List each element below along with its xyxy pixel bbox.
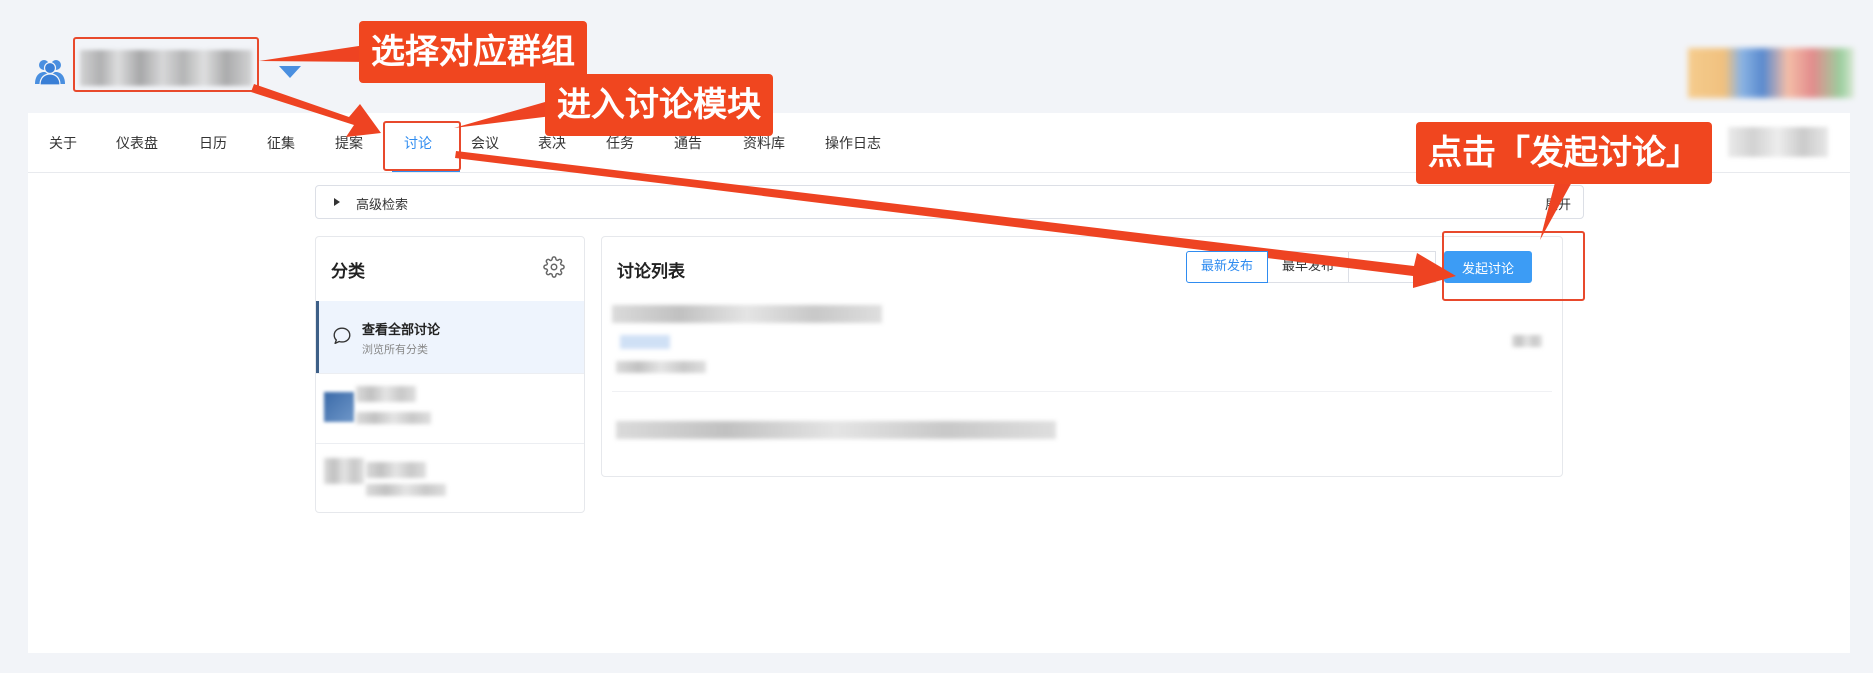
discussion-tag [620,335,670,349]
category-name [356,386,416,402]
tab-tasks[interactable]: 任务 [606,133,634,153]
category-desc [356,412,431,424]
category-panel: 分类 查看全部讨论 浏览所有分类 [315,236,585,513]
sort-newest-button[interactable]: 最新发布 [1186,251,1269,283]
category-item[interactable] [316,373,584,443]
discussion-meta [616,361,706,373]
nav-right-item[interactable] [1728,127,1828,157]
discussion-time [1512,335,1542,347]
annotation-box-start-btn [1442,231,1585,301]
tab-meeting[interactable]: 会议 [471,133,499,153]
tab-voting[interactable]: 表决 [538,133,566,153]
category-title: 分类 [331,262,365,282]
annotation-step3: 点击「发起讨论」 [1416,122,1712,184]
user-avatar[interactable] [1688,48,1854,98]
main-content: 关于 仪表盘 日历 征集 提案 讨论 会议 表决 任务 通告 资料库 操作日志 … [28,113,1850,653]
row-divider [612,391,1552,392]
tab-library[interactable]: 资料库 [743,133,785,153]
group-users-icon [34,58,66,86]
discussion-title [612,305,882,323]
tab-calendar[interactable]: 日历 [199,133,227,153]
category-name [366,462,426,478]
category-item-all[interactable]: 查看全部讨论 浏览所有分类 [316,301,584,373]
gear-icon[interactable] [543,256,565,278]
category-all-title: 查看全部讨论 [362,323,441,338]
discussion-list-panel: 讨论列表 最新发布 最早发布 发起讨论 [601,236,1563,477]
annotation-step2: 进入讨论模块 [545,74,773,136]
chat-bubble-icon [331,325,355,349]
annotation-box-group [73,37,259,92]
category-item[interactable] [316,443,584,512]
category-desc [366,484,446,496]
tab-proposal[interactable]: 提案 [335,133,363,153]
discussion-list-title: 讨论列表 [617,262,685,282]
chevron-down-icon[interactable] [279,66,301,78]
sort-other-button[interactable] [1348,251,1437,283]
discussion-footer [616,421,1056,439]
category-all-subtitle: 浏览所有分类 [362,343,428,356]
tab-dashboard[interactable]: 仪表盘 [116,133,158,153]
expand-button[interactable]: 展开 [1545,194,1571,213]
sort-oldest-button[interactable]: 最早发布 [1267,251,1350,283]
sort-toggle: 最新发布 最早发布 [1186,251,1437,283]
tab-operation-log[interactable]: 操作日志 [825,133,881,153]
annotation-box-tab [383,121,461,171]
advanced-search-label: 高级检索 [356,198,409,213]
arrow-step1-pointer [259,44,372,62]
tab-collection[interactable]: 征集 [267,133,295,153]
category-thumbnail [324,392,354,422]
tab-notices[interactable]: 通告 [674,133,702,153]
category-thumbnail [324,458,364,484]
tab-about[interactable]: 关于 [49,133,77,153]
caret-right-icon [334,198,340,206]
discussion-item[interactable] [612,301,1552,466]
advanced-search-bar[interactable]: 高级检索 展开 [315,185,1584,219]
